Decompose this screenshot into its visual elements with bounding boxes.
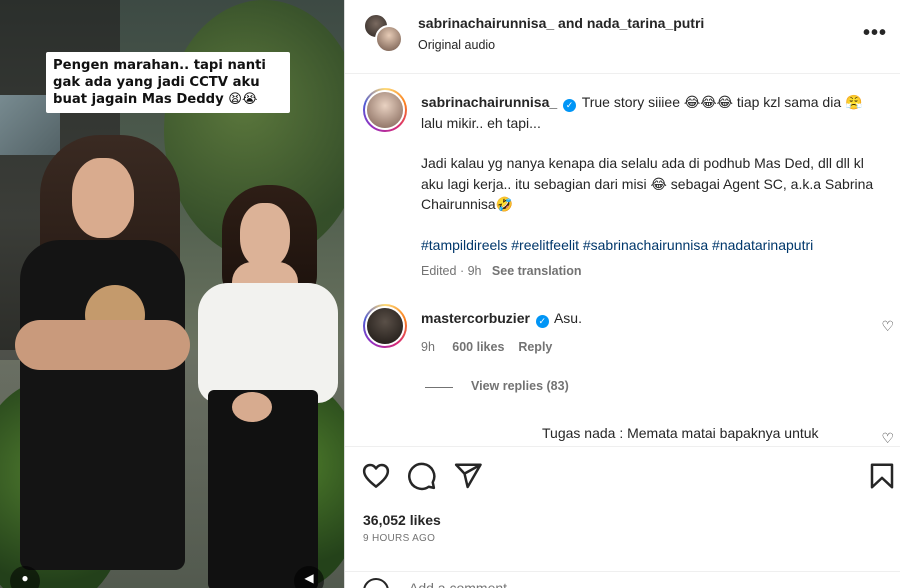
caption-username[interactable]: sabrinachairunnisa_ [421,94,557,110]
post-timestamp: 9 HOURS AGO [363,533,436,544]
caption-paragraph: Jadi kalau yg nanya kenapa dia selalu ad… [421,155,874,212]
post-header: sabrinachairunnisa_ and nada_tarina_putr… [345,0,900,74]
caption-hashtags[interactable]: #tampildireels #reelitfeelit #sabrinacha… [421,235,881,256]
send-icon[interactable] [453,461,483,491]
comment-time: 9h [421,340,435,354]
video-tag-button[interactable]: ● [10,566,40,588]
heart-icon[interactable] [361,461,391,491]
caption-meta: Edited · 9h See translation [421,264,582,278]
post-actions: 36,052 likes 9 HOURS AGO [345,446,900,588]
meta-separator: · [459,264,465,278]
person-left-arms [15,320,190,370]
audio-link[interactable]: Original audio [418,38,495,52]
reply-button[interactable]: Reply [518,340,552,354]
comment-text: Asu. [553,310,582,326]
emoji-icon[interactable] [363,578,389,588]
speaker-icon: ◀ [304,571,314,585]
heart-icon[interactable]: ♡ [881,430,894,446]
collab-usernames[interactable]: sabrinachairunnisa_ and nada_tarina_putr… [418,15,704,31]
person-right-top [198,283,338,403]
avatar[interactable] [375,25,403,53]
person-right-face [240,203,290,268]
edited-label: Edited [421,264,457,278]
more-horizontal-icon[interactable]: ••• [863,22,887,45]
caption-time: 9h [467,264,482,278]
verified-badge-icon: ✓ [535,315,549,328]
comment-meta: 9h 600 likes Reply [421,340,552,354]
comment-text: Tugas nada : Memata matai bapaknya untuk [542,425,819,441]
comment-username[interactable]: mastercorbuzier [421,310,530,326]
bookmark-icon[interactable] [867,461,897,491]
comment-likes[interactable]: 600 likes [452,340,504,354]
mute-button[interactable]: ◀ [294,566,324,588]
comment-icon[interactable] [407,461,437,491]
add-comment-bar [345,571,900,588]
replies-divider [425,387,453,388]
avatar[interactable] [363,304,407,348]
person-right-pants [208,390,318,588]
comment-input[interactable] [409,580,809,588]
likes-count[interactable]: 36,052 likes [363,512,441,528]
comment-item: mastercorbuzier ✓ Asu. [421,310,582,328]
post-panel: sabrinachairunnisa_ and nada_tarina_putr… [344,0,900,588]
view-replies-button[interactable]: View replies (83) [471,379,569,393]
heart-icon[interactable]: ♡ [881,318,894,335]
comments-section[interactable]: sabrinachairunnisa_ ✓ True story siiiee … [345,74,900,446]
person-right-hands [232,392,272,422]
collab-avatars[interactable] [363,13,405,55]
video-overlay-caption: Pengen marahan.. tapi nanti gak ada yang… [46,52,290,113]
post-caption: sabrinachairunnisa_ ✓ True story siiiee … [421,92,881,255]
reel-video[interactable]: Pengen marahan.. tapi nanti gak ada yang… [0,0,344,588]
person-left-face [72,158,134,238]
verified-badge-icon: ✓ [563,99,577,112]
person-icon: ● [21,571,29,585]
avatar[interactable] [363,88,407,132]
see-translation-link[interactable]: See translation [492,264,582,278]
